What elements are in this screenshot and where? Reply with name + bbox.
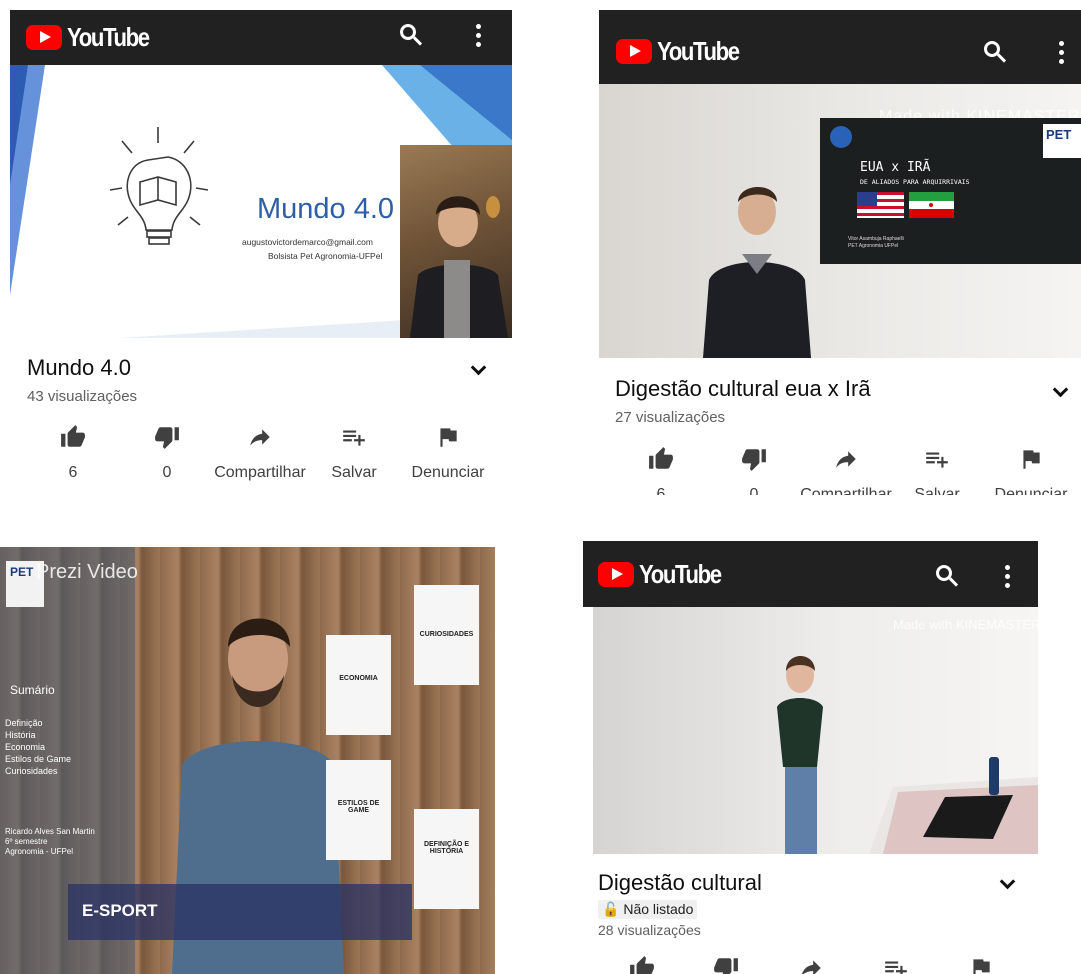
dislike-button[interactable]: 0 — [704, 446, 804, 495]
unlisted-label: Não listado — [623, 901, 694, 917]
search-icon[interactable] — [400, 24, 416, 40]
banner-text: E-SPORT — [82, 901, 158, 920]
like-count: 6 — [656, 486, 666, 495]
youtube-logo[interactable]: YouTube — [26, 22, 163, 53]
card-estilos: ESTILOS DE GAME — [326, 760, 391, 860]
flag-icon — [1016, 446, 1046, 472]
youtube-play-icon — [598, 561, 634, 587]
slide-heading: Mundo 4.0 — [257, 193, 395, 225]
dislike-count: 0 — [749, 486, 759, 495]
thumbs-down-icon — [711, 955, 741, 974]
app-bar: YouTube — [10, 10, 512, 65]
report-button[interactable]: Denunciar — [981, 446, 1081, 495]
share-button[interactable]: Compartilhar — [210, 424, 310, 482]
playlist-add-icon — [339, 424, 369, 450]
view-count: 43 visualizações — [27, 388, 138, 405]
card-curiosidades: CURIOSIDADES — [414, 585, 479, 685]
unlisted-badge: 🔓 Não listado — [598, 900, 698, 919]
youtube-logo[interactable]: YouTube — [598, 559, 735, 590]
video-player[interactable]: Made with KINEMASTER EUA x IRÃ DE ALIADO… — [599, 84, 1081, 358]
share-icon — [245, 424, 275, 450]
slide-role: Bolsista Pet Agronomia-UFPel — [268, 251, 383, 261]
flag-icon — [433, 424, 463, 450]
search-icon[interactable] — [936, 565, 952, 581]
presenter — [703, 187, 811, 358]
save-label: Salvar — [914, 486, 960, 495]
flag-icon — [966, 955, 996, 974]
share-icon — [796, 955, 826, 974]
card-economia: ECONOMIA — [326, 635, 391, 735]
video-panel-esport: PET Prezi Video Sumário Definição Histór… — [0, 547, 495, 974]
lock-icon: 🔓 — [602, 901, 620, 917]
save-button[interactable]: Salvar — [887, 446, 987, 495]
card-definicao: DEFINIÇÃO E HISTÓRIA — [414, 809, 479, 909]
thumbs-up-icon — [646, 446, 676, 472]
dislike-count: 0 — [162, 464, 172, 481]
youtube-logo[interactable]: YouTube — [616, 36, 753, 67]
more-options-icon[interactable] — [476, 24, 481, 51]
thumbs-down-icon — [739, 446, 769, 472]
video-title: Digestão cultural eua x Irã — [615, 376, 871, 401]
chevron-down-icon[interactable] — [999, 873, 1016, 890]
save-button[interactable]: Salvar — [304, 424, 404, 482]
video-panel-eua-ira: YouTube Made with KINEMASTER EUA x IRÃ D… — [599, 10, 1081, 495]
report-label: Denunciar — [411, 464, 485, 481]
chevron-down-icon[interactable] — [1052, 381, 1069, 398]
report-label: Denunciar — [994, 486, 1068, 495]
report-button[interactable]: Denunciar — [398, 424, 498, 482]
thumbs-up-icon — [58, 424, 88, 450]
chevron-down-icon[interactable] — [470, 359, 487, 376]
more-options-icon[interactable] — [1059, 41, 1064, 68]
like-count: 6 — [68, 464, 78, 481]
thumbs-up-icon — [627, 955, 657, 974]
app-bar: YouTube — [583, 541, 1038, 607]
thumbs-down-icon — [152, 424, 182, 450]
video-panel-digestao: YouTube Made with KINEMASTER Digestão cu… — [583, 541, 1038, 974]
youtube-play-icon — [616, 38, 652, 64]
like-button[interactable]: 6 — [611, 446, 711, 495]
share-label: Compartilhar — [214, 464, 306, 481]
video-player[interactable]: PET Prezi Video Sumário Definição Histór… — [0, 547, 495, 974]
more-options-icon[interactable] — [1005, 565, 1010, 592]
dislike-button[interactable]: 0 — [117, 424, 217, 482]
video-title: Digestão cultural — [598, 870, 762, 895]
view-count: 28 visualizações — [598, 922, 701, 938]
view-count: 27 visualizações — [615, 409, 726, 426]
presenter-scene — [777, 656, 1038, 854]
playlist-add-icon — [922, 446, 952, 472]
share-label: Compartilhar — [800, 486, 892, 495]
like-button[interactable]: 6 — [23, 424, 123, 482]
video-title: Mundo 4.0 — [27, 355, 131, 380]
video-player[interactable]: Mundo 4.0 augustovictordemarco@gmail.com… — [10, 65, 512, 338]
title-banner: E-SPORT — [68, 884, 412, 940]
youtube-wordmark: YouTube — [657, 35, 740, 66]
youtube-wordmark: YouTube — [639, 558, 722, 589]
share-icon — [831, 446, 861, 472]
video-player[interactable]: Made with KINEMASTER — [593, 607, 1038, 854]
search-icon[interactable] — [984, 41, 1000, 57]
save-label: Salvar — [331, 464, 377, 481]
report-button[interactable] — [931, 955, 1031, 974]
presenter-webcam — [400, 145, 512, 338]
app-bar: YouTube — [599, 10, 1081, 84]
youtube-play-icon — [26, 25, 62, 50]
video-panel-mundo: YouTube Mundo 4.0 augustovictordemarco@g… — [10, 10, 512, 490]
share-button[interactable]: Compartilhar — [796, 446, 896, 495]
playlist-add-icon — [881, 955, 911, 974]
youtube-wordmark: YouTube — [67, 22, 150, 52]
slide-email: augustovictordemarco@gmail.com — [242, 237, 373, 247]
